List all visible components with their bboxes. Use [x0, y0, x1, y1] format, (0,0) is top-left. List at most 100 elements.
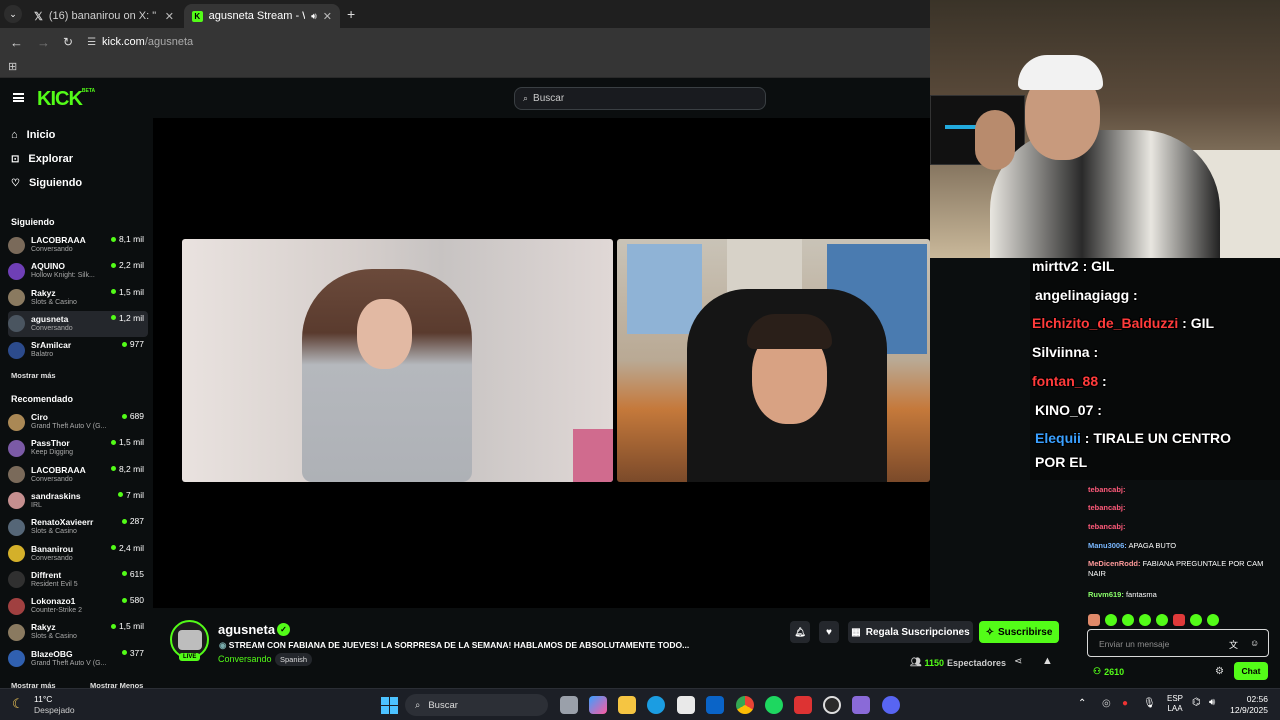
channel-points[interactable]: ⚇ 2610 — [1093, 666, 1124, 677]
channel-name: Lokonazo1 — [31, 596, 76, 607]
emoji-icon[interactable]: ☺ — [1250, 638, 1259, 648]
kick-logo[interactable]: KICKBETA — [37, 88, 95, 111]
recommended-channel-ciro[interactable]: Ciro Grand Theft Auto V (G... 689 — [8, 409, 148, 435]
store-icon[interactable] — [677, 696, 695, 714]
chat-settings-icon[interactable]: ⚙ — [1215, 666, 1224, 677]
tray-app-icon[interactable]: ◎ — [1102, 698, 1111, 709]
tab-list-button[interactable]: ⌄ — [4, 5, 22, 23]
heart-icon: ♥ — [826, 626, 832, 638]
outlook-icon[interactable] — [706, 696, 724, 714]
following-channel-agusneta[interactable]: agusneta Conversando 1,2 mil — [8, 310, 148, 337]
emote-icon[interactable] — [1173, 614, 1185, 626]
site-info-icon[interactable]: ☰ — [87, 37, 96, 48]
live-dot-icon — [110, 439, 116, 445]
taskbar-search[interactable]: ⌕ Buscar — [405, 694, 548, 716]
emote-icon[interactable] — [1156, 614, 1168, 626]
chat-username[interactable]: MeDicenRodd: — [1088, 559, 1141, 568]
obs-icon[interactable] — [823, 696, 841, 714]
share-icon[interactable]: ⋖ — [1014, 656, 1022, 667]
recommended-channel-rakyz[interactable]: Rakyz Slots & Casino 1,5 mil — [8, 619, 148, 645]
search-icon: ⌕ — [523, 93, 529, 103]
url-host[interactable]: kick.com — [102, 36, 145, 48]
follow-button[interactable]: ♥ — [819, 621, 839, 643]
following-channel-aquino[interactable]: AQUINO Hollow Knight: Silk... 2,2 mil — [8, 258, 148, 284]
spotify-icon[interactable] — [765, 696, 783, 714]
channel-name[interactable]: agusneta — [218, 622, 275, 637]
url-path[interactable]: /agusneta — [145, 36, 193, 48]
following-show-more[interactable]: Mostrar más — [11, 371, 56, 380]
clock[interactable]: 02:56 12/9/2025 — [1222, 694, 1268, 716]
emote-icon[interactable] — [1122, 614, 1134, 626]
tab-kick[interactable]: K agusneta Stream - Watch L 🔊︎ ✕ — [184, 4, 340, 28]
nav-inicio[interactable]: ⌂ Inicio — [11, 129, 55, 141]
chat-send-button[interactable]: Chat — [1234, 662, 1268, 680]
following-channel-sramilcar[interactable]: SrAmilcar Balatro 977 — [8, 337, 148, 363]
chrome-icon[interactable] — [736, 696, 754, 714]
gift-subs-button[interactable]: ▦ Regala Suscripciones — [848, 621, 973, 643]
viewers-icon: 👥︎ — [910, 657, 922, 667]
video-player[interactable] — [153, 118, 930, 608]
tab-x[interactable]: 𝕏 (16) bananirou on X: "DOMINGO ✕ — [26, 4, 182, 28]
weather-icon[interactable]: ☾ — [12, 696, 24, 712]
speaker-icon[interactable]: 🔊︎ — [311, 11, 317, 22]
chat-username[interactable]: Manu3006: — [1088, 541, 1127, 550]
microphone-icon[interactable]: 🎙︎ — [1143, 698, 1156, 709]
home-icon: ⌂ — [11, 129, 18, 141]
emote-icon[interactable] — [1139, 614, 1151, 626]
viewer-count: 1,5 mil — [110, 287, 144, 297]
emote-icon[interactable] — [1105, 614, 1117, 626]
emote-icon[interactable] — [1207, 614, 1219, 626]
recommended-channel-lacobraaa[interactable]: LACOBRAAA Conversando 8,2 mil — [8, 462, 148, 488]
recommended-channel-blazeobg[interactable]: BlazeOBG Grand Theft Auto V (G... 377 — [8, 646, 148, 672]
forward-icon[interactable]: → — [37, 35, 50, 50]
recommended-channel-passthor[interactable]: PassThor Keep Digging 1,5 mil — [8, 435, 148, 461]
recommended-channel-renatoxavieerr[interactable]: RenatoXavieerr Slots & Casino 287 — [8, 514, 148, 540]
report-icon[interactable]: ▲ — [1042, 655, 1053, 667]
channel-category: Grand Theft Auto V (G... — [31, 659, 107, 667]
nav-siguiendo[interactable]: ♡ Siguiendo — [11, 177, 82, 189]
tray-app-icon[interactable]: ● — [1122, 698, 1128, 709]
tray-chevron-icon[interactable]: ⌃ — [1078, 698, 1086, 709]
search-input[interactable]: ⌕ Buscar — [514, 87, 766, 110]
stream-category[interactable]: Conversando — [218, 654, 272, 664]
emote-icon[interactable] — [1088, 614, 1100, 626]
emote-icon[interactable] — [1190, 614, 1202, 626]
recommended-channel-bananirou[interactable]: Bananirou Conversando 2,4 mil — [8, 541, 148, 567]
network-icon[interactable]: ⌬ — [1192, 697, 1201, 708]
windows-start-icon[interactable] — [381, 697, 398, 714]
recommended-channel-diffrent[interactable]: Diffrent Resident Evil 5 615 — [8, 567, 148, 593]
channel-name: RenatoXavieerr — [31, 517, 94, 528]
edge-icon[interactable] — [647, 696, 665, 714]
chat-username[interactable]: tebancabj: — [1088, 522, 1126, 531]
following-channel-rakyz[interactable]: Rakyz Slots & Casino 1,5 mil — [8, 285, 148, 311]
chat-username[interactable]: Ruvm619: — [1088, 590, 1124, 599]
discord-icon[interactable] — [882, 696, 900, 714]
language-tag[interactable]: Spanish — [275, 653, 313, 666]
channel-name: LACOBRAAA — [31, 464, 86, 475]
subscribe-button[interactable]: ✧ Suscribirse — [979, 621, 1059, 643]
chat-username[interactable]: tebancabj: — [1088, 503, 1126, 512]
chat-username[interactable]: tebancabj: — [1088, 485, 1126, 494]
apps-grid-icon[interactable]: ⊞ — [8, 60, 17, 73]
new-tab-button[interactable]: + — [347, 6, 355, 22]
recommended-channel-sandraskins[interactable]: sandraskins IRL 7 mil — [8, 488, 148, 514]
following-channel-lacobraaa[interactable]: LACOBRAAA Conversando 8,1 mil — [8, 232, 148, 258]
notifications-button[interactable]: 🔔︎ — [790, 621, 810, 643]
recommended-channel-lokonazo1[interactable]: Lokonazo1 Counter-Strike 2 580 — [8, 593, 148, 619]
hamburger-menu-icon[interactable] — [13, 93, 24, 102]
volume-icon[interactable]: 🔊︎ — [1209, 697, 1215, 708]
back-icon[interactable]: ← — [10, 35, 23, 50]
news-icon[interactable] — [794, 696, 812, 714]
file-explorer-icon[interactable] — [618, 696, 636, 714]
copilot-icon[interactable] — [589, 696, 607, 714]
close-tab-icon[interactable]: ✕ — [323, 10, 332, 23]
translate-icon[interactable]: 文 — [1229, 638, 1238, 651]
reload-icon[interactable]: ↻ — [63, 35, 73, 49]
chat-input[interactable]: Enviar un mensaje 文 ☺ — [1087, 629, 1269, 657]
nav-explorar[interactable]: ⊡ Explorar — [11, 153, 73, 165]
app-icon[interactable] — [852, 696, 870, 714]
close-tab-icon[interactable]: ✕ — [165, 10, 174, 23]
task-view-icon[interactable] — [560, 696, 578, 714]
language-indicator[interactable]: ESP LAA — [1167, 694, 1183, 714]
search-placeholder: Buscar — [533, 93, 565, 104]
